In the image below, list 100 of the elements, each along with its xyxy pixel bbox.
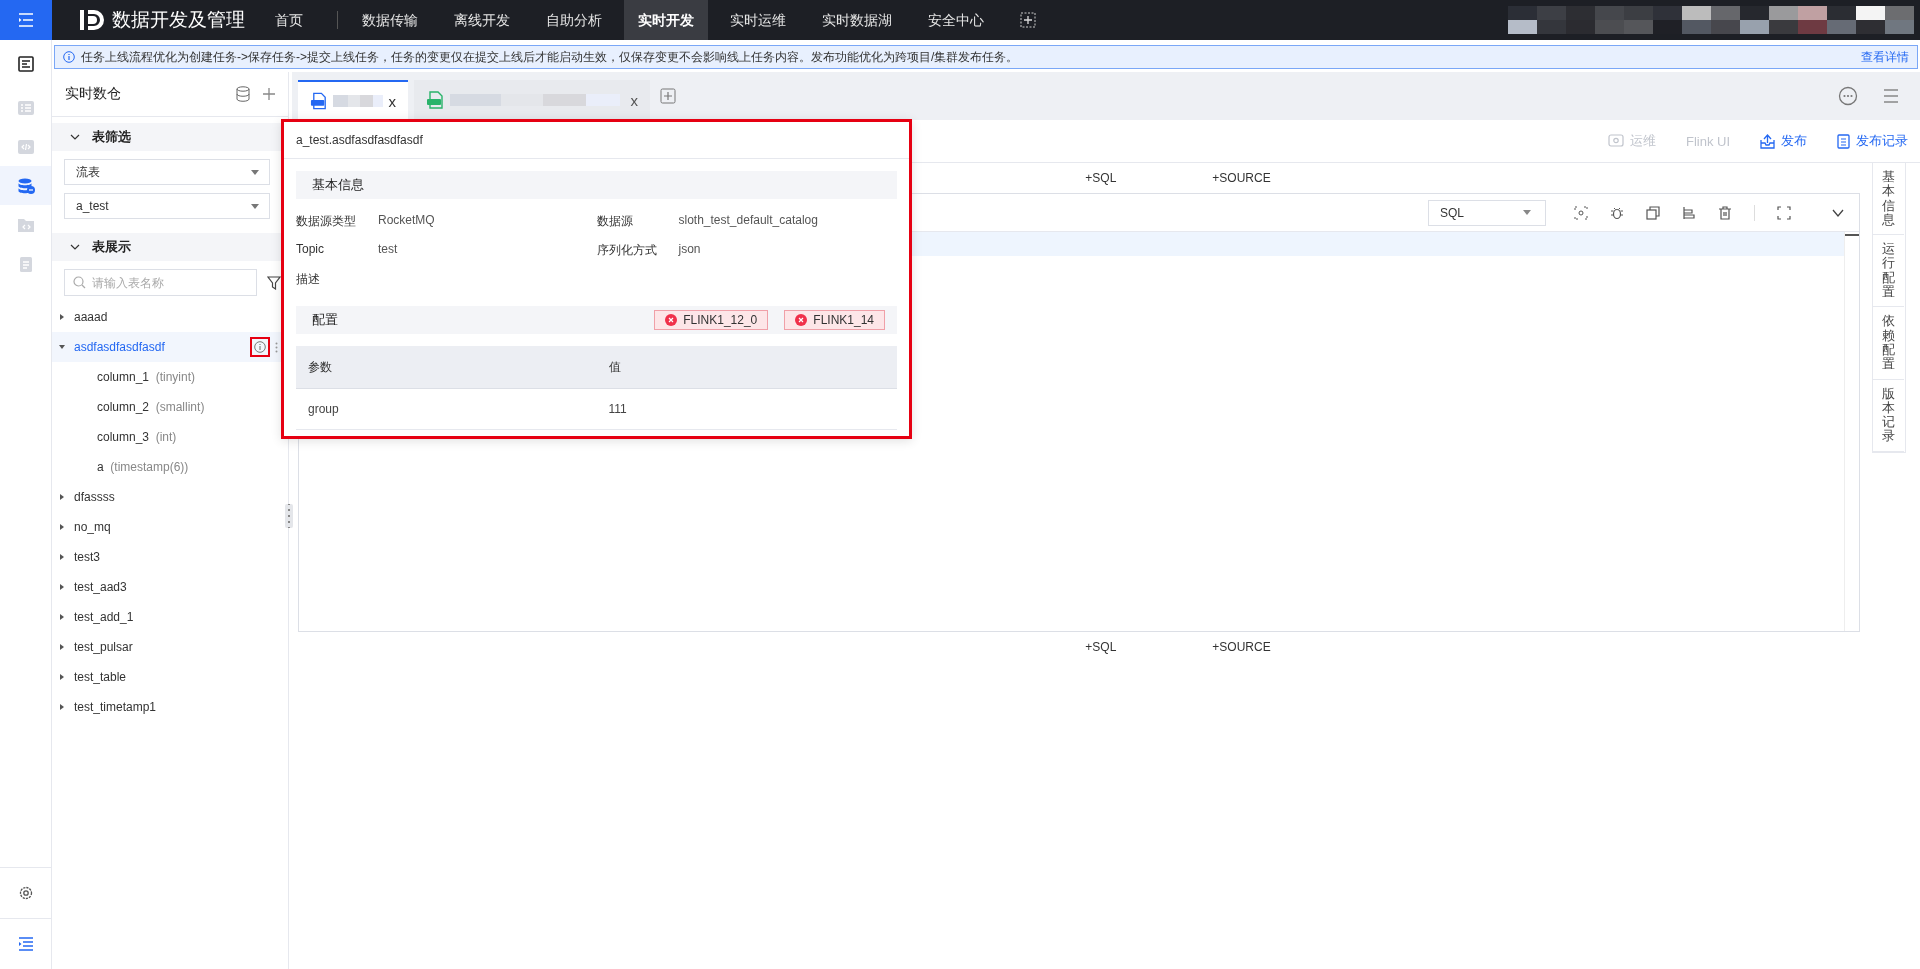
close-tab-button[interactable]: x bbox=[388, 92, 396, 110]
caret-icon bbox=[59, 554, 65, 560]
monitor-icon bbox=[1607, 134, 1624, 148]
info-icon bbox=[63, 51, 75, 63]
panel-title: 实时数仓 bbox=[65, 85, 122, 103]
field-label: 序列化方式 bbox=[596, 242, 658, 259]
info-icon bbox=[254, 341, 266, 353]
database-icon[interactable] bbox=[236, 86, 250, 102]
details-link[interactable]: 查看详情 bbox=[1861, 48, 1909, 66]
add-link[interactable]: +SQL bbox=[1085, 171, 1117, 185]
document-icon bbox=[1837, 133, 1850, 149]
nav-tab[interactable]: 安全中心 bbox=[914, 0, 998, 40]
nav-tab[interactable]: 实时开发 bbox=[624, 0, 708, 40]
side-tab[interactable]: 依赖配置 bbox=[1873, 307, 1904, 380]
chevron-icon bbox=[70, 242, 80, 252]
field-value: test bbox=[378, 242, 398, 258]
chevron-icon bbox=[70, 132, 80, 142]
menu-icon[interactable] bbox=[1882, 89, 1900, 103]
add-link[interactable]: +SOURCE bbox=[1212, 171, 1271, 185]
sql-file-icon bbox=[310, 92, 328, 110]
scroll-thumb[interactable] bbox=[1845, 234, 1859, 236]
fullscreen-icon[interactable] bbox=[1777, 205, 1791, 220]
field-label: 数据源 bbox=[596, 213, 634, 230]
section-header: 基本信息 bbox=[296, 171, 897, 199]
language-select[interactable]: SQL bbox=[1428, 199, 1546, 226]
column-header: 值 bbox=[596, 346, 897, 389]
remove-icon[interactable] bbox=[665, 314, 678, 326]
caret-icon bbox=[59, 524, 65, 530]
toolbar-button[interactable]: 发布 bbox=[1760, 132, 1807, 150]
popover-title: a_test.asdfasdfasdfasdf bbox=[284, 122, 909, 159]
tree-item[interactable]: aaaad bbox=[52, 302, 288, 332]
splitter-handle[interactable] bbox=[285, 504, 293, 528]
nav-tab[interactable]: 自助分析 bbox=[532, 0, 616, 40]
copy-icon[interactable] bbox=[1646, 205, 1660, 220]
field-value: sloth_test_default_catalog bbox=[678, 213, 818, 229]
tree-item[interactable]: test_add_1 bbox=[52, 602, 288, 632]
side-tab[interactable]: 版本记录 bbox=[1873, 379, 1904, 452]
nav-tab[interactable]: 首页 bbox=[261, 0, 317, 40]
nav-tab[interactable]: 数据传输 bbox=[348, 0, 432, 40]
menu-button[interactable] bbox=[0, 0, 52, 40]
panel-toggle-icon[interactable] bbox=[17, 56, 34, 72]
indent-icon[interactable] bbox=[17, 937, 34, 951]
more-icon[interactable] bbox=[275, 341, 278, 353]
caret-icon bbox=[59, 614, 65, 620]
format-icon[interactable] bbox=[1574, 205, 1588, 220]
editor-tab[interactable]: x bbox=[298, 80, 408, 120]
database-icon bbox=[16, 176, 35, 195]
side-tab[interactable]: 基本信息 bbox=[1873, 163, 1904, 236]
column-item[interactable]: a (timestamp(6)) bbox=[65, 452, 288, 482]
field-value: json bbox=[678, 242, 701, 258]
add-link[interactable]: +SOURCE bbox=[1212, 640, 1271, 654]
version-tag: FLINK1_14 bbox=[784, 310, 885, 330]
list-icon bbox=[16, 98, 35, 117]
field-label: Topic bbox=[296, 242, 325, 258]
more-icon[interactable] bbox=[1838, 86, 1858, 106]
tree-item[interactable]: dfassss bbox=[52, 482, 288, 512]
info-button[interactable] bbox=[250, 337, 270, 357]
side-tab[interactable]: 运行配置 bbox=[1873, 235, 1904, 308]
debug-icon[interactable] bbox=[1610, 205, 1624, 220]
remove-icon[interactable] bbox=[795, 314, 808, 326]
code-icon bbox=[16, 137, 35, 156]
upload-icon bbox=[1760, 133, 1775, 149]
add-tab-icon[interactable] bbox=[660, 88, 676, 104]
nav-tab[interactable]: 离线开发 bbox=[440, 0, 524, 40]
align-icon[interactable] bbox=[1682, 205, 1696, 220]
caret-icon bbox=[59, 584, 65, 590]
tree-item[interactable]: test_aad3 bbox=[52, 572, 288, 602]
tree-item[interactable]: no_mq bbox=[52, 512, 288, 542]
caret-icon bbox=[59, 314, 65, 320]
select-field[interactable]: a_test bbox=[64, 193, 270, 219]
settings-icon[interactable] bbox=[17, 885, 34, 901]
table-cell: 111 bbox=[596, 388, 897, 430]
menu-icon bbox=[17, 12, 35, 28]
close-tab-button[interactable]: x bbox=[630, 91, 638, 109]
caret-icon bbox=[59, 674, 65, 680]
caret-icon bbox=[1523, 210, 1531, 215]
tree-item[interactable]: test_table bbox=[52, 662, 288, 692]
tree-item[interactable]: test_timetamp1 bbox=[52, 692, 288, 722]
jar-file-icon bbox=[426, 91, 444, 109]
notice-text: 任务上线流程优化为创建任务->保存任务->提交上线任务，任务的变更仅在提交上线后才能启动生效，仅保存变更不会影响线上任务内容。发布功能优化为跨项目/集群发布任务。 bbox=[81, 48, 1020, 66]
filter-icon[interactable] bbox=[267, 275, 281, 290]
caret-icon bbox=[59, 344, 65, 350]
toolbar-button[interactable]: 发布记录 bbox=[1837, 132, 1908, 150]
rail-item[interactable] bbox=[0, 166, 51, 205]
tree-item[interactable]: test_pulsar bbox=[52, 632, 288, 662]
tree-item[interactable]: test3 bbox=[52, 542, 288, 572]
caret-icon bbox=[251, 169, 259, 175]
add-link[interactable]: +SQL bbox=[1085, 640, 1117, 654]
editor-tab[interactable]: x bbox=[414, 80, 650, 120]
nav-tab[interactable]: 实时运维 bbox=[716, 0, 800, 40]
section-title: 配置 bbox=[312, 311, 339, 329]
caret-icon bbox=[59, 644, 65, 650]
add-icon[interactable] bbox=[1020, 12, 1036, 28]
select-field[interactable]: 流表 bbox=[64, 159, 270, 185]
field-value: RocketMQ bbox=[378, 213, 435, 229]
delete-icon[interactable] bbox=[1718, 205, 1732, 220]
field-label: 描述 bbox=[296, 271, 321, 288]
search-field[interactable]: 请输入表名称 bbox=[64, 269, 257, 296]
nav-tab[interactable]: 实时数据湖 bbox=[808, 0, 906, 40]
caret-icon bbox=[59, 494, 65, 500]
